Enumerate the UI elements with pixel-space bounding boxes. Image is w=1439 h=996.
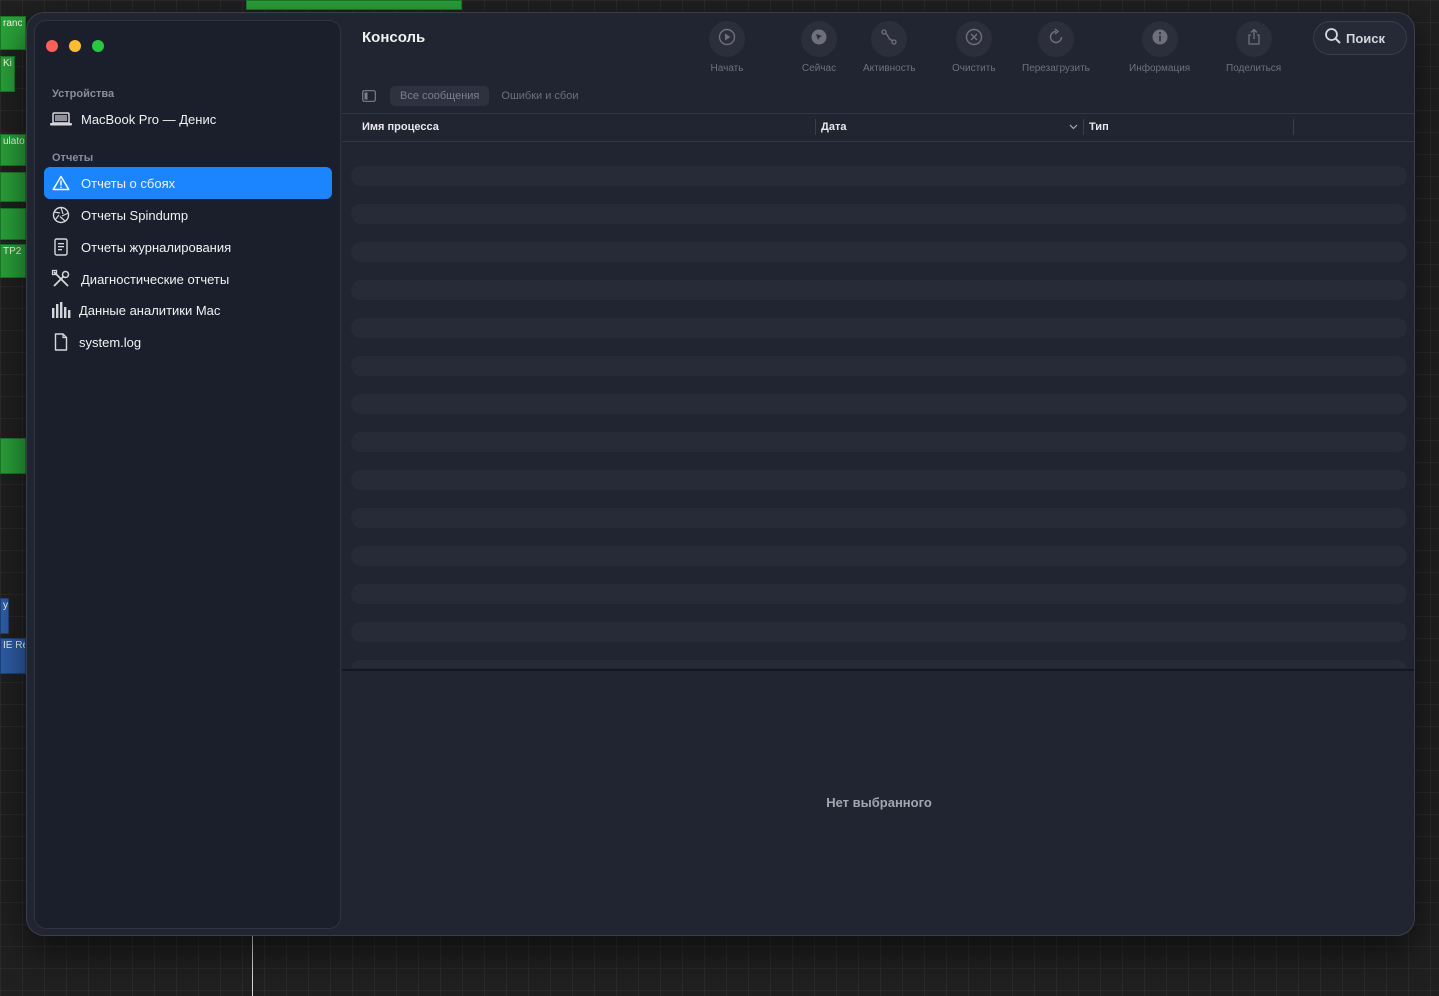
background-clip-label: y [3,600,8,611]
aperture-icon [50,204,72,226]
placeholder-row [351,394,1407,414]
background-clip: IE Re [0,638,26,674]
reload-label: Перезагрузить [1022,63,1090,74]
devices-section-label: Устройства [52,88,115,100]
filter-all-messages[interactable]: Все сообщения [390,86,490,106]
sidebar-item-analytics[interactable]: Данные аналитики Mac [44,294,332,326]
reports-section-label: Отчеты [52,152,94,164]
placeholder-row [351,660,1407,668]
column-header-process[interactable]: Имя процесса [362,121,439,133]
placeholder-row [351,508,1407,528]
sidebar-item-label: Диагностические отчеты [81,271,230,287]
sidebar-item-crash-reports[interactable]: Отчеты о сбоях [44,167,332,199]
background-clip-label: Ki [3,58,12,69]
start-button[interactable]: Начать [709,21,745,74]
sidebar-item-label: Отчеты о сбоях [81,175,176,191]
search-icon [1324,27,1342,50]
device-name: MacBook Pro — Денис [81,111,217,127]
search-field[interactable]: Поиск [1313,21,1407,55]
background-clip-label: ulato [3,136,25,147]
sidebar-item-label: Отчеты журналирования [81,239,232,255]
placeholder-row [351,432,1407,452]
laptop-icon [50,108,72,130]
clear-button[interactable]: Очистить [952,21,996,74]
background-clip [0,172,26,202]
background-clip: Ki [0,56,15,92]
placeholder-row [351,318,1407,338]
background-clip-label: TP2 : [3,246,26,257]
column-separator[interactable] [1293,119,1294,135]
placeholder-row [351,622,1407,642]
bar-chart-icon [50,299,72,321]
sidebar-item-device[interactable]: MacBook Pro — Денис [44,103,332,135]
activity-label: Активность [863,63,916,74]
warning-icon [50,172,72,194]
background-clip [0,208,26,240]
placeholder-row [351,242,1407,262]
placeholder-row [351,546,1407,566]
sidebar-item-spindump[interactable]: Отчеты Spindump [44,199,332,231]
sidebar-item-label: Данные аналитики Mac [79,302,221,318]
clear-label: Очистить [952,63,996,74]
background-clip: TP2 : [0,244,26,278]
play-icon [718,28,736,51]
share-icon [1245,28,1263,51]
background-clip [0,438,26,474]
info-icon [1151,28,1169,51]
window-title: Консоль [362,29,426,46]
placeholder-row [351,470,1407,490]
clear-x-icon [965,28,983,51]
activity-button[interactable]: Активность [863,21,916,74]
sidebar: Устройства MacBook Pro — Денис Отчеты От… [34,20,341,929]
background-clip: ranc [0,16,26,50]
tools-icon [50,268,72,290]
info-button[interactable]: Информация [1129,21,1190,74]
zoom-button[interactable] [92,40,104,52]
start-label: Начать [710,63,744,74]
reload-button[interactable]: Перезагрузить [1022,21,1090,74]
sidebar-item-label: Отчеты Spindump [81,207,189,223]
background-clip-label: IE Re [3,640,26,651]
split-view-divider[interactable] [342,669,1414,671]
minimize-button[interactable] [69,40,81,52]
document-lines-icon [50,236,72,258]
placeholder-row [351,280,1407,300]
filter-bar: Все сообщения Ошибки и сбои [362,85,589,107]
chevron-down-icon[interactable] [1069,124,1078,130]
now-arrow-icon [810,28,828,51]
placeholder-row [351,584,1407,604]
sidebar-item-label: system.log [79,334,142,350]
share-button[interactable]: Поделиться [1226,21,1281,74]
file-icon [50,331,72,353]
background-clip: y [0,598,9,634]
sidebar-toggle-icon[interactable] [362,90,376,102]
detail-empty-message: Нет выбранного [826,795,932,810]
message-list[interactable] [351,163,1407,668]
background-clip: ulato [0,134,26,166]
filter-errors-faults[interactable]: Ошибки и сбои [491,86,588,106]
reload-icon [1047,27,1065,51]
table-header: Имя процесса Дата Тип [342,113,1414,142]
now-label: Сейчас [801,63,837,74]
placeholder-row [351,166,1407,186]
background-clip-label: ranc [3,18,23,29]
sidebar-item-log-reports[interactable]: Отчеты журналирования [44,231,332,263]
share-label: Поделиться [1226,63,1282,74]
close-button[interactable] [46,40,58,52]
now-button[interactable]: Сейчас [801,21,837,74]
activity-icon [880,28,898,51]
info-label: Информация [1129,63,1191,74]
background-playhead [252,936,253,996]
background-clip [246,0,462,10]
search-placeholder: Поиск [1346,30,1386,46]
column-separator[interactable] [1083,119,1084,135]
column-header-date[interactable]: Дата [821,121,846,133]
placeholder-row [351,204,1407,224]
column-separator[interactable] [815,119,816,135]
sidebar-item-diagnostic-reports[interactable]: Диагностические отчеты [44,263,332,295]
placeholder-row [351,356,1407,376]
column-header-type[interactable]: Тип [1089,121,1109,133]
console-window: Устройства MacBook Pro — Денис Отчеты От… [26,12,1415,936]
sidebar-item-system-log[interactable]: system.log [44,326,332,358]
